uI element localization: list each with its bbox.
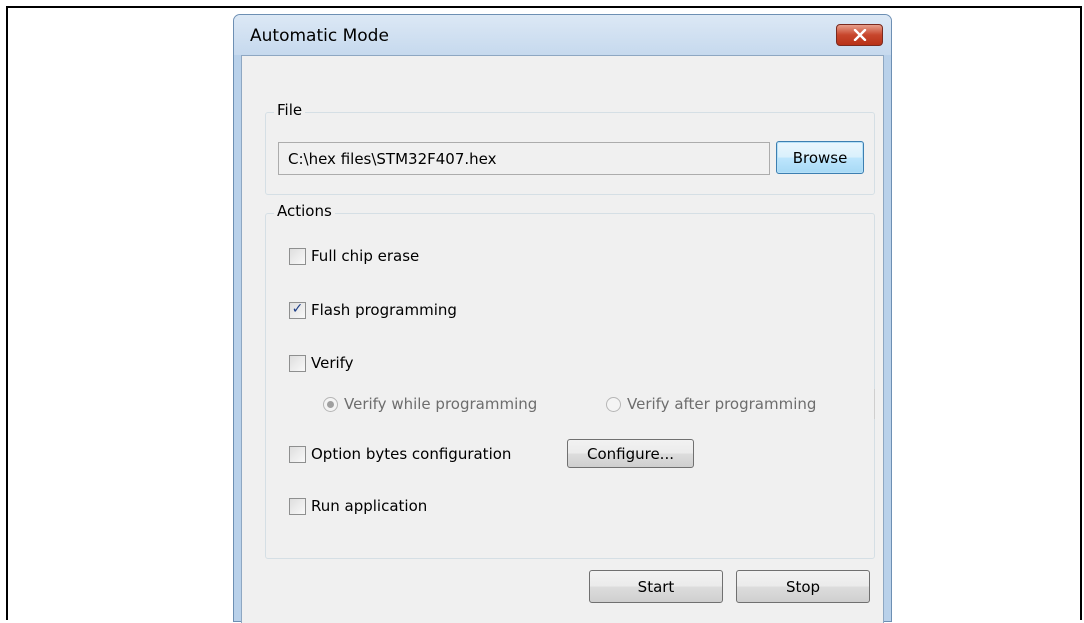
file-group: File Browse [265,101,875,195]
dialog-client-area: File Browse Actions Full chip erase ✓ Fl… [241,55,884,623]
verify-checkbox[interactable] [289,354,306,372]
dialog-window: Automatic Mode File Browse Actions Full … [233,14,892,623]
title-bar[interactable]: Automatic Mode [234,15,891,55]
flash-programming-label: Flash programming [311,301,457,319]
file-group-label: File [274,101,306,119]
verify-after-radio[interactable] [606,396,621,412]
run-application-checkbox[interactable] [289,497,306,515]
flash-programming-checkbox[interactable]: ✓ [289,300,306,319]
radio-dot-icon [327,400,334,408]
window-title: Automatic Mode [250,26,389,46]
divider [874,389,875,419]
verify-after-programming-option[interactable]: Verify after programming [606,393,816,415]
verify-after-label: Verify after programming [627,395,817,413]
verify-while-programming-option[interactable]: Verify while programming [323,393,537,415]
option-bytes-checkbox[interactable] [289,445,306,463]
close-icon [853,29,866,41]
full-chip-erase-label: Full chip erase [311,247,420,265]
verify-option[interactable]: Verify [289,352,354,374]
verify-label: Verify [311,354,354,372]
file-path-input[interactable] [278,142,770,175]
flash-programming-option[interactable]: ✓ Flash programming [289,299,457,321]
option-bytes-option[interactable]: Option bytes configuration [289,443,511,465]
configure-button[interactable]: Configure... [567,439,694,468]
run-application-label: Run application [311,497,428,515]
option-bytes-label: Option bytes configuration [311,445,512,463]
actions-group-label: Actions [274,202,335,220]
start-button[interactable]: Start [589,570,723,603]
full-chip-erase-option[interactable]: Full chip erase [289,245,419,267]
full-chip-erase-checkbox[interactable] [289,247,306,265]
verify-while-label: Verify while programming [344,395,538,413]
browse-button[interactable]: Browse [776,141,864,174]
close-button[interactable] [836,24,883,46]
check-mark-icon: ✓ [291,300,304,317]
stop-button[interactable]: Stop [736,570,870,603]
run-application-option[interactable]: Run application [289,495,427,517]
verify-while-radio[interactable] [323,396,338,412]
